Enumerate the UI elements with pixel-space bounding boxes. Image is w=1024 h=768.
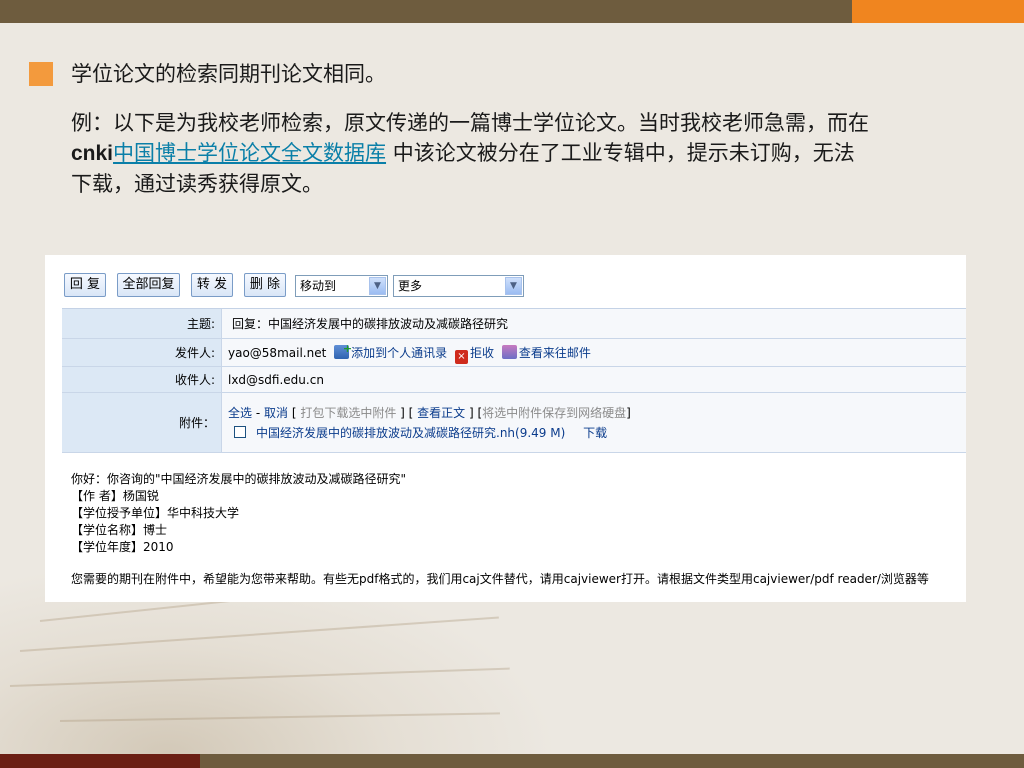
body-line: 你好：你咨询的"中国经济发展中的碳排放波动及减碳路径研究" [71, 472, 407, 486]
separator-text: - [252, 406, 264, 420]
move-to-value: 移动到 [300, 279, 337, 293]
view-body-link[interactable]: 查看正文 [417, 406, 465, 420]
recipient-label: 收件人: [62, 367, 222, 392]
subject-label: 主题: [62, 309, 222, 338]
sender-row: 发件人: yao@58mail.net 添加到个人通讯录 ×拒收 查看来往邮件 [62, 335, 966, 367]
reply-all-button[interactable]: 全部回复 [117, 273, 180, 297]
top-accent-bar [852, 0, 1024, 23]
move-to-select[interactable]: 移动到 ▼ [295, 275, 388, 297]
attachment-label: 附件： [62, 393, 222, 452]
view-history-icon[interactable] [501, 345, 517, 359]
attachment-item: 中国经济发展中的碳排放波动及减碳路径研究.nh(9.49 M) 下载 [228, 423, 966, 443]
chevron-down-icon[interactable]: ▼ [505, 277, 522, 295]
cancel-link[interactable]: 取消 [264, 406, 288, 420]
sender-label: 发件人: [62, 339, 222, 366]
email-body: 你好：你咨询的"中国经济发展中的碳排放波动及减碳路径研究" 【作 者】杨国锐 【… [71, 471, 406, 556]
sender-address: yao@58mail.net [228, 346, 327, 360]
attachment-row: 附件： 全选 - 取消 [ 打包下载选中附件 ] [ 查看正文 ] [将选中附件… [62, 393, 966, 453]
forward-button[interactable]: 转 发 [191, 273, 233, 297]
bracket-text: ] [626, 406, 631, 420]
attachment-checkbox[interactable] [234, 426, 246, 438]
bullet-text: 学位论文的检索同期刊论文相同。 [71, 62, 386, 86]
bracket-text: ] [ [396, 406, 418, 420]
subject-value: 回复：中国经济发展中的碳排放波动及减碳路径研究 [222, 309, 966, 338]
select-all-link[interactable]: 全选 [228, 406, 252, 420]
add-contact-link[interactable]: 添加到个人通讯录 [351, 346, 447, 360]
sender-value-cell: yao@58mail.net 添加到个人通讯录 ×拒收 查看来往邮件 [222, 335, 966, 366]
bottom-accent-bar [0, 754, 200, 768]
database-link[interactable]: 中国博士学位论文全文数据库 [113, 141, 386, 165]
add-contact-icon[interactable] [334, 335, 352, 363]
body-line: 【学位名称】博士 [71, 523, 168, 537]
more-select[interactable]: 更多 ▼ [393, 275, 524, 297]
more-value: 更多 [398, 279, 423, 293]
attachment-actions: 全选 - 取消 [ 打包下载选中附件 ] [ 查看正文 ] [将选中附件保存到网… [228, 403, 966, 423]
example-cnki: cnki [71, 142, 114, 165]
delete-button[interactable]: 删 除 [244, 273, 286, 297]
body-line: 【作 者】杨国锐 [71, 489, 159, 503]
attachment-cell: 全选 - 取消 [ 打包下载选中附件 ] [ 查看正文 ] [将选中附件保存到网… [222, 393, 966, 452]
recipient-value: lxd@sdfi.edu.cn [222, 367, 966, 392]
example-paragraph: 例：以下是为我校老师检索，原文传递的一篇博士学位论文。当时我校老师急需，而在 cn… [71, 108, 871, 199]
view-history-link[interactable]: 查看来往邮件 [519, 346, 591, 360]
email-screenshot: 回 复 全部回复 转 发 删 除 移动到 ▼ 更多 ▼ 主题: 回复：中国经济发… [45, 255, 966, 602]
attachment-filename[interactable]: 中国经济发展中的碳排放波动及减碳路径研究.nh(9.49 M) [256, 426, 565, 440]
bracket-text: [ [288, 406, 301, 420]
reject-link[interactable]: 拒收 [470, 346, 494, 360]
body-line: 【学位授予单位】华中科技大学 [71, 506, 240, 520]
reject-icon[interactable]: × [454, 350, 468, 364]
email-header-table: 主题: 回复：中国经济发展中的碳排放波动及减碳路径研究 发件人: yao@58m… [62, 308, 966, 453]
download-link[interactable]: 下载 [583, 426, 607, 440]
top-bar [0, 0, 852, 23]
bracket-text: ] [ [465, 406, 483, 420]
recipient-row: 收件人: lxd@sdfi.edu.cn [62, 367, 966, 393]
example-text-part1: 例：以下是为我校老师检索，原文传递的一篇博士学位论文。当时我校老师急需，而在 [71, 111, 869, 135]
save-netdisk-link: 将选中附件保存到网络硬盘 [482, 406, 627, 420]
body-line: 【学位年度】2010 [71, 540, 174, 554]
chevron-down-icon[interactable]: ▼ [369, 277, 386, 295]
pack-download-link: 打包下载选中附件 [300, 406, 397, 420]
subject-row: 主题: 回复：中国经济发展中的碳排放波动及减碳路径研究 [62, 309, 966, 339]
email-notice: 您需要的期刊在附件中，希望能为您带来帮助。有些无pdf格式的，我们用caj文件替… [71, 572, 929, 586]
reply-button[interactable]: 回 复 [64, 273, 106, 297]
bullet-square-icon [29, 62, 53, 86]
